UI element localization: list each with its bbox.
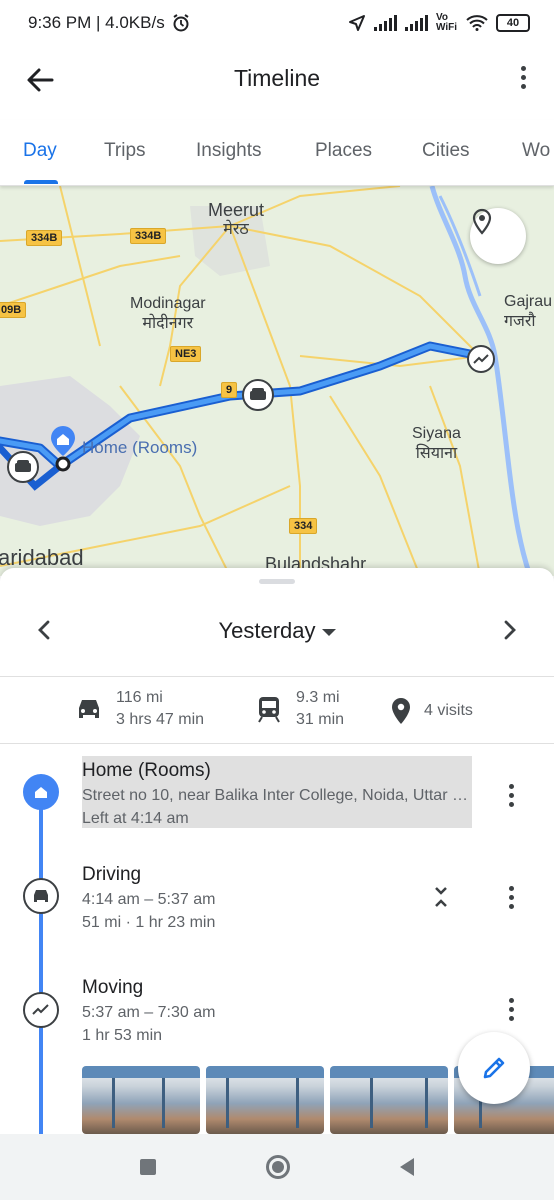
car-icon [23, 878, 59, 914]
entry-time-range: 4:14 am – 5:37 am [82, 891, 216, 908]
trending-marker-icon[interactable] [466, 344, 496, 374]
timeline-entry-moving[interactable]: Moving 5:37 am – 7:30 am 1 hr 53 min [82, 975, 472, 1047]
road-shield: 334B [130, 228, 167, 244]
tab-trips[interactable]: Trips [104, 140, 146, 162]
car-marker-icon[interactable] [6, 450, 40, 484]
tab-day[interactable]: Day [23, 140, 57, 162]
entry-distance-duration: 51 mi · 1 hr 23 min [82, 914, 216, 931]
train-icon [258, 697, 280, 723]
date-navigator: Yesterday [0, 608, 554, 652]
summary-transit: 9.3 mi 31 min [254, 687, 344, 731]
map-view[interactable]: Meerut मेरठ Modinagar मोदीनगर Siyana सिय… [0, 186, 554, 576]
more-vert-icon[interactable] [508, 886, 514, 909]
tab-insights[interactable]: Insights [196, 140, 261, 162]
entry-duration: 1 hr 53 min [82, 1027, 163, 1044]
transit-distance: 9.3 mi [296, 689, 340, 706]
map-label-modinagar: Modinagar मोदीनगर [130, 295, 206, 332]
entry-title: Driving [82, 864, 142, 885]
road-shield: 334 [289, 518, 318, 534]
signal-icon [374, 15, 397, 31]
battery-icon: 40 [496, 14, 530, 32]
pencil-icon [483, 1057, 505, 1079]
location-arrow-icon [349, 15, 365, 31]
map-home-label: Home (Rooms) [82, 438, 198, 457]
photo-thumbnail[interactable] [330, 1066, 448, 1134]
more-vert-icon[interactable] [508, 998, 514, 1021]
vowifi-label: Vo WiFi [436, 12, 458, 33]
signal-icon-2 [405, 15, 428, 31]
summary-visits: 4 visits [390, 697, 473, 725]
photo-thumbnail[interactable] [206, 1066, 324, 1134]
entry-time: Left at 4:14 am [82, 810, 189, 827]
date-selector[interactable]: Yesterday [0, 618, 554, 644]
tab-cities[interactable]: Cities [422, 140, 470, 162]
trending-icon [23, 992, 59, 1028]
more-vert-icon[interactable] [520, 66, 526, 89]
tab-places[interactable]: Places [315, 140, 372, 162]
map-label-faridabad: aridabad [0, 545, 84, 570]
timeline-connector [39, 794, 43, 1134]
system-nav-bar [0, 1134, 554, 1200]
status-time: 9:36 PM | 4.0KB/s [28, 13, 165, 32]
tab-world[interactable]: Wo [522, 140, 550, 162]
back-nav-icon[interactable] [400, 1158, 414, 1176]
photo-thumbnail[interactable] [82, 1066, 200, 1134]
entry-address: Street no 10, near Balika Inter College,… [82, 787, 472, 804]
dropdown-caret-icon [321, 628, 336, 636]
tab-bar: Day Trips Insights Places Cities Wo [0, 120, 554, 186]
road-shield: 334B [26, 230, 63, 246]
day-summary: 116 mi 3 hrs 47 min 9.3 mi 31 min 4 visits [0, 676, 554, 744]
entry-time-range: 5:37 am – 7:30 am [82, 1004, 216, 1021]
wifi-icon [466, 15, 488, 31]
alarm-icon [173, 14, 189, 32]
location-pin-icon [472, 208, 492, 235]
car-marker-icon[interactable] [241, 378, 275, 412]
home-nav-icon[interactable] [266, 1155, 290, 1179]
road-shield: NE3 [170, 346, 202, 362]
home-marker-icon[interactable] [48, 424, 78, 474]
chevron-right-icon[interactable] [500, 616, 520, 644]
visits-count: 4 visits [424, 702, 473, 719]
drive-time: 3 hrs 47 min [116, 711, 205, 728]
recents-icon[interactable] [140, 1159, 156, 1175]
map-label-siyana: Siyana सियाना [412, 425, 461, 462]
timeline-entry-driving[interactable]: Driving 4:14 am – 5:37 am 51 mi · 1 hr 2… [82, 862, 472, 934]
place-pin-icon [392, 698, 410, 724]
entry-title: Moving [82, 977, 144, 998]
drag-handle[interactable] [259, 579, 295, 584]
active-tab-indicator [24, 180, 58, 184]
home-icon [23, 774, 59, 810]
bottom-sheet: Yesterday 116 mi 3 hrs 47 min 9.3 mi 31 mi… [0, 568, 554, 1200]
status-bar: 9:36 PM | 4.0KB/s Vo WiFi 40 [0, 0, 554, 46]
road-shield: 9 [221, 382, 238, 398]
my-location-button[interactable] [470, 208, 526, 264]
map-label-meerut: Meerut मेरठ [208, 200, 265, 238]
entry-title: Home (Rooms) [82, 760, 211, 781]
app-bar: Timeline [0, 46, 554, 112]
car-icon [79, 700, 99, 718]
expand-icon[interactable] [432, 884, 450, 910]
page-title: Timeline [233, 65, 321, 91]
summary-driving: 116 mi 3 hrs 47 min [74, 687, 204, 731]
transit-time: 31 min [296, 711, 345, 728]
timeline-entry-home[interactable]: Home (Rooms) Street no 10, near Balika I… [82, 756, 472, 828]
edit-button[interactable] [458, 1032, 530, 1104]
date-label: Yesterday [218, 618, 316, 643]
drive-distance: 116 mi [116, 689, 163, 706]
more-vert-icon[interactable] [508, 784, 514, 807]
map-label-gajraula: Gajrau गजरौ [504, 293, 553, 330]
road-shield: 09B [0, 302, 27, 318]
